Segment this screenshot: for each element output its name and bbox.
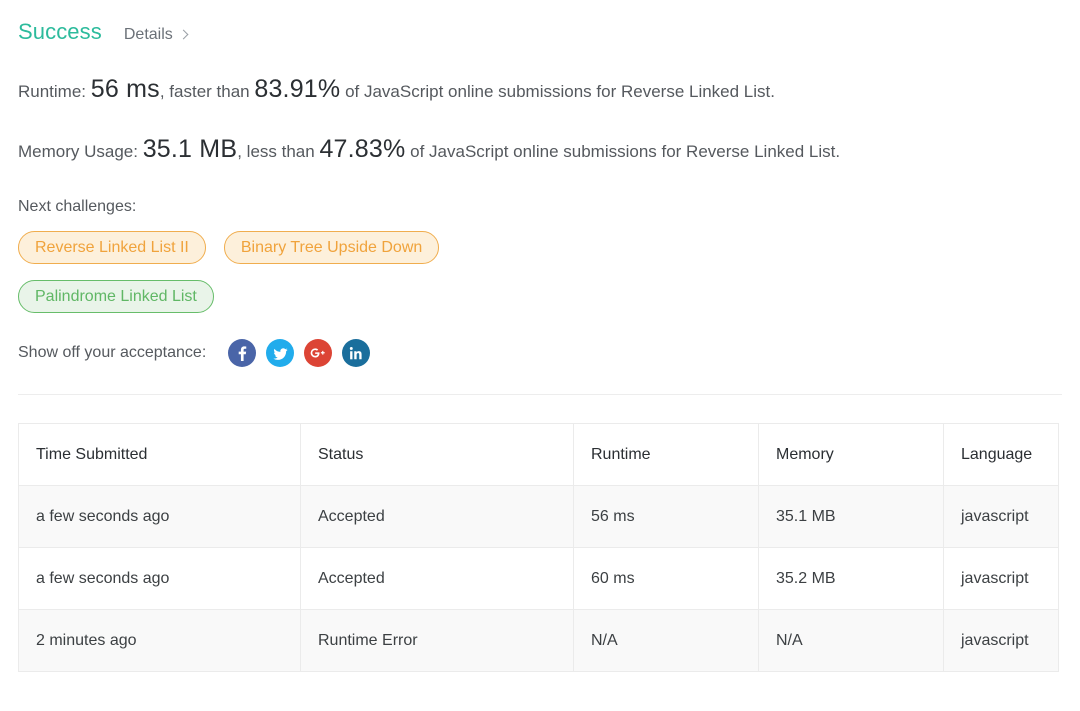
memory-mid: , less than — [237, 142, 320, 161]
runtime-value: 56 ms — [90, 75, 160, 103]
submissions-table-wrapper: Time Submitted Status Runtime Memory Lan… — [18, 423, 1062, 672]
cell-runtime: 56 ms — [573, 485, 759, 548]
next-challenges-list: Reverse Linked List II Binary Tree Upsid… — [18, 231, 538, 313]
runtime-mid: , faster than — [159, 82, 255, 101]
page-title: Success — [18, 19, 102, 44]
memory-prefix: Memory Usage: — [18, 142, 143, 161]
table-body: a few seconds ago Accepted 56 ms 35.1 MB… — [18, 485, 1059, 672]
google-plus-icon[interactable] — [304, 339, 333, 367]
share-row: Show off your acceptance: — [18, 339, 1062, 367]
column-header-memory[interactable]: Memory — [758, 423, 944, 486]
memory-value: 35.1 MB — [142, 135, 238, 163]
cell-language: javascript — [943, 609, 1059, 672]
memory-stat-line: Memory Usage: 35.1 MB, less than 47.83% … — [18, 137, 1062, 162]
runtime-stat-line: Runtime: 56 ms, faster than 83.91% of Ja… — [18, 77, 1062, 102]
cell-time-submitted: a few seconds ago — [18, 547, 301, 610]
submission-result-page: Success Details Runtime: 56 ms, faster t… — [0, 0, 1080, 711]
cell-language: javascript — [943, 547, 1059, 610]
chevron-right-icon — [178, 29, 189, 39]
cell-status[interactable]: Runtime Error — [300, 609, 574, 672]
cell-memory: 35.2 MB — [758, 547, 944, 610]
memory-suffix: of JavaScript online submissions for Rev… — [405, 142, 841, 161]
cell-runtime: N/A — [573, 609, 759, 672]
cell-time-submitted: a few seconds ago — [18, 485, 301, 548]
cell-status[interactable]: Accepted — [300, 485, 574, 548]
next-challenges-label: Next challenges: — [18, 198, 137, 215]
challenge-tag-palindrome-linked-list[interactable]: Palindrome Linked List — [18, 280, 214, 313]
table-row[interactable]: 2 minutes ago Runtime Error N/A N/A java… — [18, 609, 1059, 672]
table-header-row: Time Submitted Status Runtime Memory Lan… — [18, 423, 1059, 486]
social-icon-group — [228, 339, 371, 367]
runtime-percentile: 83.91% — [254, 75, 341, 103]
table-header: Time Submitted Status Runtime Memory Lan… — [18, 423, 1059, 486]
column-header-language[interactable]: Language — [943, 423, 1059, 486]
challenge-tag-reverse-linked-list-ii[interactable]: Reverse Linked List II — [18, 231, 206, 264]
details-label: Details — [123, 26, 173, 43]
column-header-runtime[interactable]: Runtime — [573, 423, 759, 486]
cell-status[interactable]: Accepted — [300, 547, 574, 610]
cell-runtime: 60 ms — [573, 547, 759, 610]
facebook-icon[interactable] — [228, 339, 257, 367]
share-label: Show off your acceptance: — [18, 344, 207, 361]
cell-memory: N/A — [758, 609, 944, 672]
cell-memory: 35.1 MB — [758, 485, 944, 548]
linkedin-icon[interactable] — [342, 339, 371, 367]
runtime-suffix: of JavaScript online submissions for Rev… — [340, 82, 775, 101]
section-divider — [18, 394, 1062, 395]
cell-time-submitted: 2 minutes ago — [18, 609, 301, 672]
details-link[interactable]: Details — [123, 26, 189, 44]
memory-percentile: 47.83% — [319, 135, 406, 163]
result-header: Success Details — [18, 0, 1062, 45]
challenge-tag-binary-tree-upside-down[interactable]: Binary Tree Upside Down — [223, 231, 440, 264]
column-header-status[interactable]: Status — [300, 423, 574, 486]
cell-language: javascript — [943, 485, 1059, 548]
twitter-icon[interactable] — [266, 339, 295, 367]
submissions-table: Time Submitted Status Runtime Memory Lan… — [18, 423, 1059, 672]
column-header-time-submitted[interactable]: Time Submitted — [18, 423, 301, 486]
table-row[interactable]: a few seconds ago Accepted 56 ms 35.1 MB… — [18, 485, 1059, 548]
runtime-prefix: Runtime: — [18, 82, 91, 101]
table-row[interactable]: a few seconds ago Accepted 60 ms 35.2 MB… — [18, 547, 1059, 610]
